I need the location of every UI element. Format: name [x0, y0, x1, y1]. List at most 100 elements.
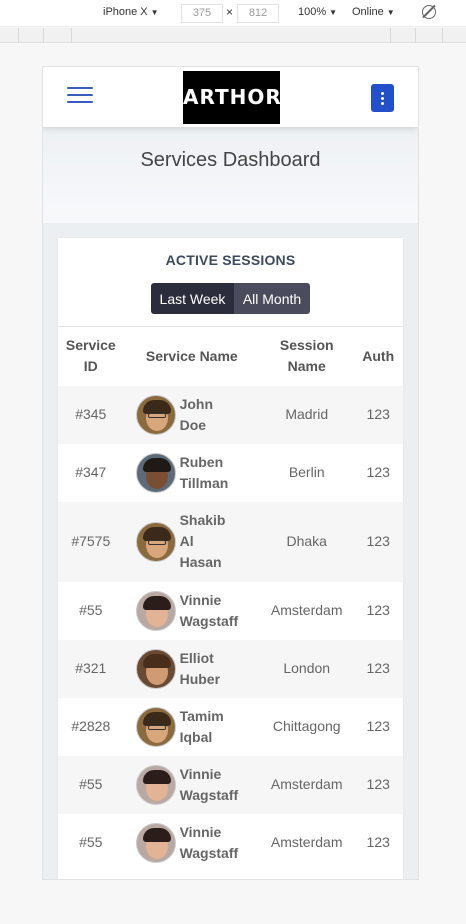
service-name: Vinnie Wagstaff: [176, 756, 260, 814]
avatar: [135, 590, 176, 631]
device-select[interactable]: iPhone X ▼: [103, 6, 159, 18]
service-name-part: Tamim: [179, 707, 224, 724]
service-name: Shakib Al Hasan: [176, 502, 260, 582]
caret-down-icon: ▼: [329, 8, 338, 17]
service-name-part: Wagstaff: [179, 786, 239, 803]
auth-code: 123: [366, 718, 390, 734]
ruler-mark[interactable]: [415, 28, 416, 43]
session-name: Chittagong: [272, 718, 341, 734]
ruler-mark[interactable]: [442, 28, 443, 43]
ruler-mark[interactable]: [390, 28, 391, 43]
auth-code: 123: [366, 406, 390, 422]
vertical-dots-icon[interactable]: [371, 84, 394, 112]
service-id: #347: [75, 464, 107, 480]
service-name-part: Vinnie: [179, 823, 222, 840]
service-id: #55: [79, 834, 103, 850]
session-name: London: [283, 660, 331, 676]
ruler-mark[interactable]: [18, 28, 19, 43]
sessions-table: Service ID Service Name Session Name Auth …: [58, 326, 403, 872]
service-id: #55: [79, 602, 103, 618]
service-id: #55: [79, 776, 103, 792]
caret-down-icon: ▼: [386, 8, 395, 17]
table-row[interactable]: #7575 Shakib Al Hasan Dhaka 123: [58, 501, 403, 582]
auth-code: 123: [366, 834, 390, 850]
width-input[interactable]: 375: [181, 4, 223, 23]
session-name: Dhaka: [286, 533, 327, 549]
rotate-icon[interactable]: [422, 5, 436, 19]
avatar: [135, 648, 176, 689]
service-name: Ruben Tillman: [176, 444, 260, 502]
table-row[interactable]: #55 Vinnie Wagstaff Amsterdam 123: [58, 582, 403, 640]
service-name-part: Tillman: [179, 474, 229, 491]
card-title: ACTIVE SESSIONS: [165, 252, 296, 268]
network-label: Online: [352, 6, 384, 18]
session-name: Amsterdam: [270, 776, 343, 792]
avatar: [135, 521, 176, 562]
avatar: [135, 706, 176, 747]
header-service-name: Service Name: [145, 347, 238, 364]
service-name-part: Vinnie: [179, 591, 222, 608]
header-session-name: Session Name: [279, 337, 334, 375]
network-select[interactable]: Online ▼: [352, 6, 395, 18]
service-name-part: Doe: [179, 416, 207, 433]
page-header: Services Dashboard: [43, 127, 418, 223]
service-name-part: Shakib: [179, 512, 226, 528]
service-name-part: Ruben: [179, 453, 224, 470]
service-name: Vinnie Wagstaff: [176, 582, 260, 640]
navbar: ARTHOR: [43, 67, 418, 127]
service-name-part: Elliot: [179, 649, 214, 666]
service-id: #321: [75, 660, 107, 676]
service-name-part: Al: [179, 533, 194, 549]
ruler-mark[interactable]: [71, 28, 72, 43]
table-row[interactable]: #55 Vinnie Wagstaff Amsterdam 123: [58, 814, 403, 872]
auth-code: 123: [366, 660, 390, 676]
times-sign: ×: [226, 5, 234, 19]
ruler-mark[interactable]: [43, 28, 44, 43]
service-id: #7575: [71, 533, 111, 549]
service-name-part: John: [179, 395, 214, 412]
device-label: iPhone X: [103, 6, 148, 18]
service-name-part: Vinnie: [179, 765, 222, 782]
table-header-row: Service ID Service Name Session Name Auth: [58, 327, 403, 386]
session-name: Amsterdam: [270, 834, 343, 850]
devtools-toolbar: iPhone X ▼ 375 × 812 100% ▼ Online ▼: [0, 0, 466, 27]
period-toggle: Last Week All Month: [151, 283, 310, 314]
service-name-part: Huber: [179, 670, 221, 687]
avatar: [135, 452, 176, 493]
table-row[interactable]: #347 Ruben Tillman Berlin 123: [58, 444, 403, 502]
service-id: #345: [75, 406, 107, 422]
service-name: Vinnie Wagstaff: [176, 814, 260, 872]
service-name-part: Wagstaff: [179, 844, 239, 861]
table-row[interactable]: #321 Elliot Huber London 123: [58, 639, 403, 698]
device-viewport: ARTHOR Services Dashboard ACTIVE SESSION…: [42, 66, 419, 880]
media-query-ruler: [0, 28, 466, 43]
service-name: Elliot Huber: [176, 640, 260, 698]
session-name: Amsterdam: [270, 602, 343, 618]
auth-code: 123: [366, 602, 390, 618]
table-row[interactable]: #55 Vinnie Wagstaff Amsterdam 123: [58, 755, 403, 814]
header-service-id: Service ID: [65, 337, 116, 375]
service-name-part: Iqbal: [179, 728, 213, 745]
zoom-select[interactable]: 100% ▼: [298, 6, 337, 18]
caret-down-icon: ▼: [150, 8, 159, 17]
active-sessions-card: ACTIVE SESSIONS Last Week All Month Serv…: [58, 238, 403, 879]
auth-code: 123: [366, 464, 390, 480]
logo[interactable]: ARTHOR: [183, 71, 281, 124]
table-row[interactable]: #2828 Tamim Iqbal Chittagong 123: [58, 698, 403, 756]
auth-code: 123: [366, 776, 390, 792]
height-input[interactable]: 812: [237, 4, 279, 23]
all-month-button[interactable]: All Month: [234, 283, 310, 314]
zoom-label: 100%: [298, 6, 327, 18]
avatar: [135, 764, 176, 805]
service-name-part: Wagstaff: [179, 612, 239, 629]
avatar: [135, 822, 176, 863]
session-name: Madrid: [285, 406, 329, 422]
auth-code: 123: [366, 533, 390, 549]
service-name-part: Hasan: [179, 554, 222, 570]
service-id: #2828: [71, 718, 111, 734]
service-name: John Doe: [176, 386, 260, 444]
hamburger-icon[interactable]: [67, 87, 93, 105]
table-row[interactable]: #345 John Doe Madrid 123: [58, 385, 403, 444]
avatar: [135, 394, 176, 435]
last-week-button[interactable]: Last Week: [151, 283, 234, 314]
